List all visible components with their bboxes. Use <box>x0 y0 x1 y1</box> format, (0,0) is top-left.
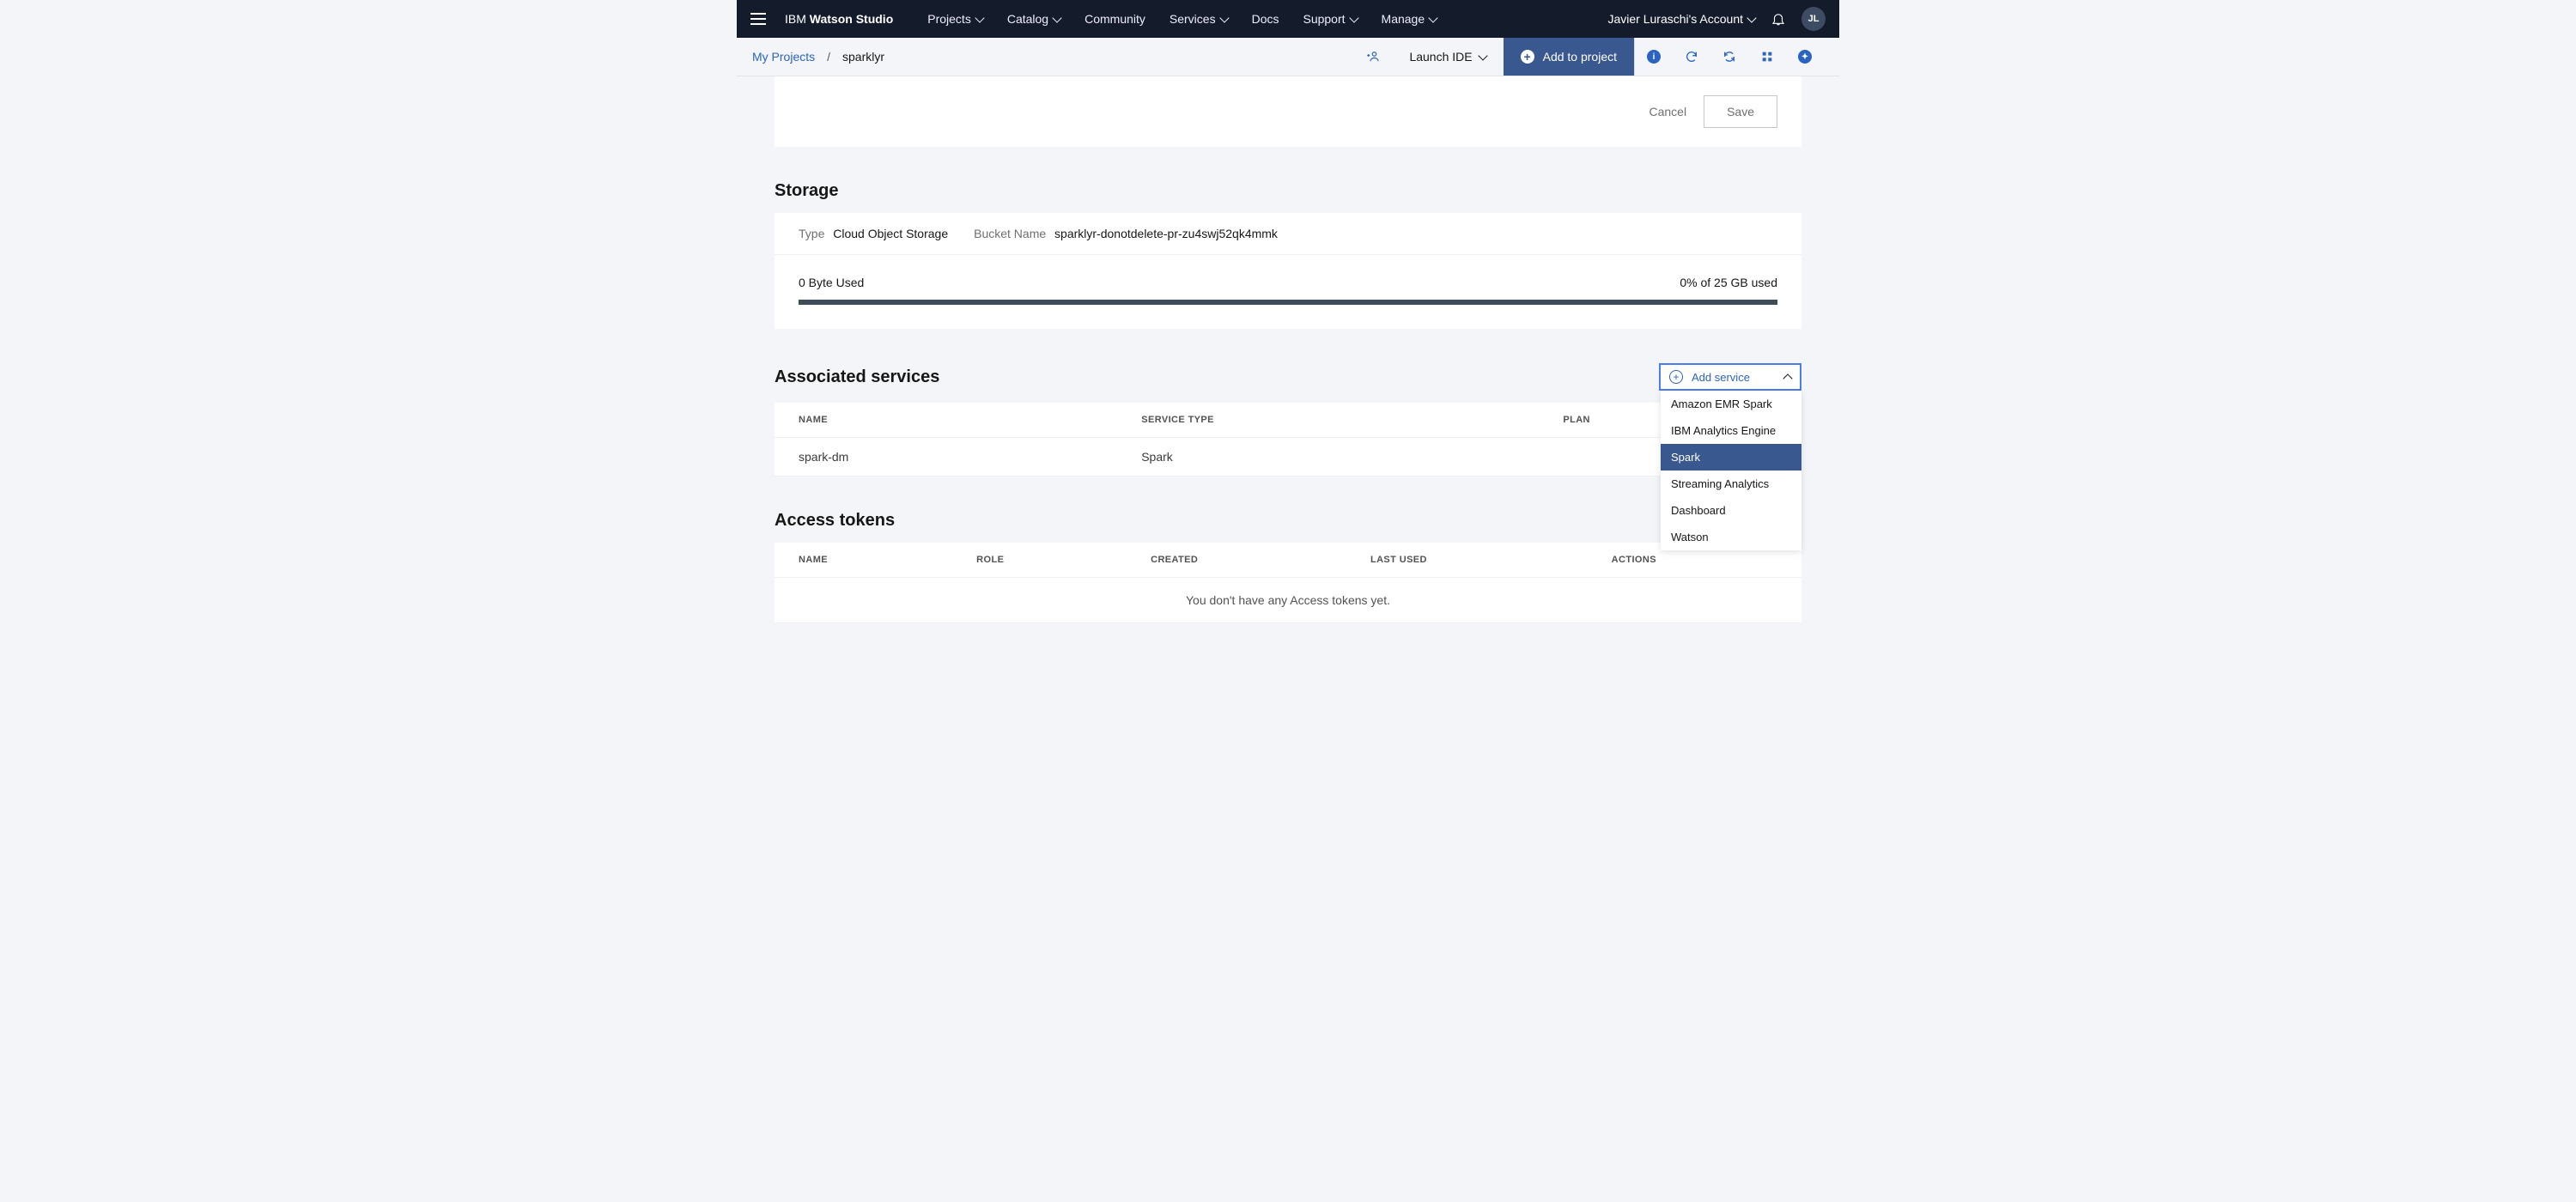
refresh-icon[interactable] <box>1673 38 1710 76</box>
storage-quota: 0% of 25 GB used <box>1680 276 1777 289</box>
add-service-dropdown: Amazon EMR SparkIBM Analytics EngineSpar… <box>1661 391 1801 550</box>
compass-icon[interactable]: ✦ <box>1786 38 1824 76</box>
col-name: NAME <box>775 543 952 578</box>
storage-bucket-value: sparklyr-donotdelete-pr-zu4swj52qk4mmk <box>1054 227 1278 240</box>
chevron-down-icon <box>1219 13 1229 22</box>
tokens-table: NAME ROLE CREATED LAST USED ACTIONS You … <box>775 543 1801 623</box>
add-to-project-label: Add to project <box>1543 50 1617 64</box>
cell-name: spark-dm <box>775 438 1117 477</box>
chevron-down-icon <box>975 13 984 22</box>
nav-docs-label: Docs <box>1252 12 1279 26</box>
info-icon[interactable]: i <box>1635 38 1673 76</box>
grid-icon[interactable] <box>1748 38 1786 76</box>
launch-ide-label: Launch IDE <box>1409 50 1472 64</box>
nav-services-label: Services <box>1170 12 1216 26</box>
storage-bucket: Bucket Name sparklyr-donotdelete-pr-zu4s… <box>974 227 1278 240</box>
nav-projects[interactable]: Projects <box>927 12 983 26</box>
tokens-empty-text: You don't have any Access tokens yet. <box>775 578 1801 623</box>
nav-support-label: Support <box>1303 12 1345 26</box>
add-service-label: Add service <box>1692 371 1777 384</box>
chevron-down-icon <box>1428 13 1437 22</box>
col-type: SERVICE TYPE <box>1117 403 1539 438</box>
brand-name: Watson Studio <box>810 12 893 26</box>
breadcrumb: My Projects / sparklyr <box>752 50 884 64</box>
dropdown-item[interactable]: Dashboard <box>1661 497 1801 524</box>
dropdown-item[interactable]: Watson <box>1661 524 1801 550</box>
col-name: NAME <box>775 403 1117 438</box>
chevron-down-icon <box>1478 51 1487 60</box>
storage-used: 0 Byte Used <box>799 276 864 289</box>
chevron-down-icon <box>1052 13 1061 22</box>
tokens-empty-row: You don't have any Access tokens yet. <box>775 578 1801 623</box>
storage-type-label: Type <box>799 227 824 240</box>
dropdown-item[interactable]: Spark <box>1661 444 1801 470</box>
launch-ide[interactable]: Launch IDE <box>1392 38 1503 76</box>
breadcrumb-root[interactable]: My Projects <box>752 50 815 64</box>
account-menu[interactable]: Javier Luraschi's Account <box>1607 12 1755 26</box>
nav-projects-label: Projects <box>927 12 971 26</box>
breadcrumb-current: sparklyr <box>842 50 884 64</box>
nav-catalog[interactable]: Catalog <box>1007 12 1060 26</box>
nav-support[interactable]: Support <box>1303 12 1357 26</box>
avatar[interactable]: JL <box>1801 7 1826 31</box>
nav-manage[interactable]: Manage <box>1382 12 1437 26</box>
brand-prefix: IBM <box>785 12 810 26</box>
account-label: Javier Luraschi's Account <box>1607 12 1743 26</box>
plus-circle-icon: + <box>1669 370 1683 384</box>
dropdown-item[interactable]: Amazon EMR Spark <box>1661 391 1801 417</box>
plus-icon: + <box>1521 50 1534 64</box>
services-table: NAME SERVICE TYPE PLAN spark-dmSpark <box>775 403 1801 477</box>
nav-catalog-label: Catalog <box>1007 12 1048 26</box>
save-button[interactable]: Save <box>1704 95 1777 128</box>
col-last-used: LAST USED <box>1346 543 1588 578</box>
table-row[interactable]: spark-dmSpark <box>775 438 1801 477</box>
nav-docs[interactable]: Docs <box>1252 12 1279 26</box>
storage-type-value: Cloud Object Storage <box>833 227 948 240</box>
notifications-icon[interactable] <box>1771 11 1786 27</box>
dropdown-item[interactable]: IBM Analytics Engine <box>1661 417 1801 444</box>
storage-type: Type Cloud Object Storage <box>799 227 948 240</box>
chevron-up-icon <box>1783 373 1792 383</box>
storage-progress <box>799 300 1777 305</box>
chevron-down-icon <box>1349 13 1358 22</box>
nav-community[interactable]: Community <box>1084 12 1145 26</box>
nav-services[interactable]: Services <box>1170 12 1228 26</box>
cell-type: Spark <box>1117 438 1539 477</box>
cancel-button[interactable]: Cancel <box>1649 105 1686 118</box>
dropdown-item[interactable]: Streaming Analytics <box>1661 470 1801 497</box>
menu-toggle[interactable] <box>750 9 771 29</box>
add-to-project-button[interactable]: + Add to project <box>1504 38 1634 76</box>
chevron-down-icon <box>1747 13 1756 22</box>
nav-manage-label: Manage <box>1382 12 1425 26</box>
brand: IBM Watson Studio <box>785 12 893 26</box>
breadcrumb-separator: / <box>827 50 830 64</box>
tokens-title: Access tokens <box>775 511 1801 531</box>
storage-title: Storage <box>775 181 1801 201</box>
storage-bucket-label: Bucket Name <box>974 227 1046 240</box>
services-title: Associated services <box>775 367 939 387</box>
add-collaborator-icon[interactable] <box>1354 38 1392 76</box>
col-created: CREATED <box>1127 543 1346 578</box>
nav-community-label: Community <box>1084 12 1145 26</box>
sync-icon[interactable] <box>1710 38 1748 76</box>
col-role: ROLE <box>952 543 1127 578</box>
add-service-button[interactable]: + Add service <box>1659 363 1801 391</box>
